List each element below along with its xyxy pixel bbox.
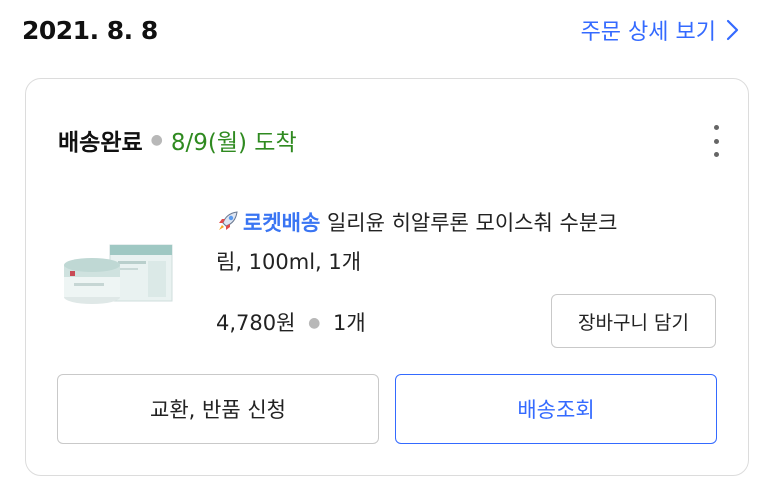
rocket-delivery-badge: 로켓배송 bbox=[243, 211, 321, 235]
separator-dot: ● bbox=[150, 132, 163, 148]
order-date: 2021. 8. 8 bbox=[22, 16, 158, 45]
delivery-status: 배송완료 bbox=[58, 130, 143, 156]
product-thumbnail[interactable] bbox=[62, 239, 178, 309]
order-card: 배송완료 ● 8/9(월) 도착 로켓배송 일리윤 히알루론 모이스춰 수분크 … bbox=[25, 78, 749, 476]
delivery-status-row: 배송완료 ● 8/9(월) 도착 bbox=[58, 123, 297, 157]
order-detail-label: 주문 상세 보기 bbox=[580, 20, 716, 45]
track-delivery-button[interactable]: 배송조회 bbox=[395, 374, 717, 444]
product-name-line1: 일리윤 히알루론 모이스춰 수분크 bbox=[320, 211, 618, 235]
order-page: 2021. 8. 8 주문 상세 보기 배송완료 ● 8/9(월) 도착 로켓배… bbox=[0, 0, 773, 491]
arrival-date: 8/9(월) 도착 bbox=[170, 130, 297, 156]
chevron-right-icon bbox=[726, 19, 739, 41]
product-title[interactable]: 로켓배송 일리윤 히알루론 모이스춰 수분크 림, 100ml, 1개 bbox=[216, 205, 726, 280]
exchange-return-button[interactable]: 교환, 반품 신청 bbox=[57, 374, 379, 444]
product-price: 4,780원 bbox=[216, 311, 296, 335]
add-to-cart-button[interactable]: 장바구니 담기 bbox=[551, 294, 716, 348]
separator-dot: ● bbox=[308, 315, 321, 331]
product-name-line2: 림, 100ml, 1개 bbox=[216, 250, 362, 274]
order-detail-link[interactable]: 주문 상세 보기 bbox=[581, 14, 739, 46]
rocket-icon bbox=[216, 208, 240, 244]
cream-jar-image bbox=[64, 244, 173, 304]
product-quantity: 1개 bbox=[333, 311, 366, 335]
more-vertical-icon[interactable] bbox=[706, 123, 726, 159]
price-row: 4,780원 ● 1개 bbox=[216, 307, 366, 337]
